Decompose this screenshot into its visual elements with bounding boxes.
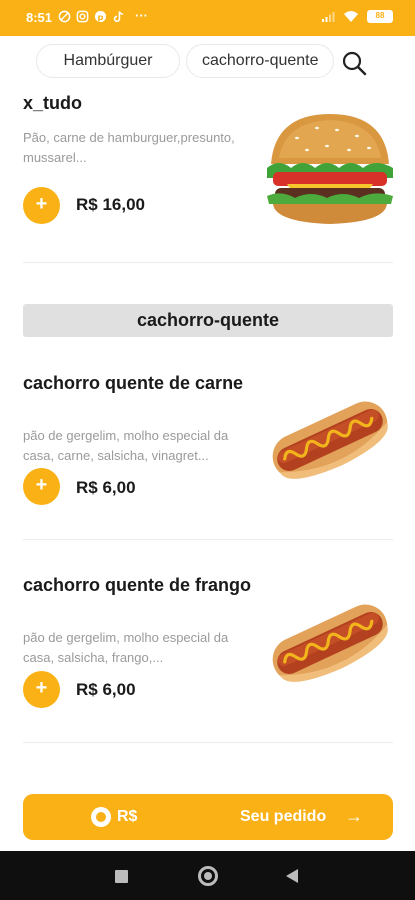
wifi-icon [344, 11, 358, 22]
burger-image [267, 114, 393, 224]
product-price: R$ 6,00 [76, 680, 136, 699]
battery-icon: 88 [367, 10, 393, 23]
product-price: R$ 16,00 [76, 195, 145, 214]
search-icon[interactable] [340, 49, 368, 77]
hotdog-image [272, 401, 388, 479]
section-title: cachorro-quente [23, 304, 393, 337]
product-name: x_tudo [23, 93, 83, 113]
product-description: pão de gergelim, molho especial da casa,… [23, 630, 229, 665]
category-tabs: Hambúrguer cachorro-quente [0, 36, 415, 94]
add-button[interactable]: + [23, 187, 60, 224]
pinterest-icon: p [94, 10, 107, 23]
system-icons: 88 [321, 10, 393, 23]
divider [23, 262, 393, 263]
order-label: Seu pedido [240, 808, 327, 825]
recents-icon[interactable] [115, 870, 128, 883]
hotdog-image [272, 604, 388, 682]
notification-icons: p ··· [58, 8, 148, 23]
product-item[interactable]: cachorro quente de carne pão de gergelim… [0, 366, 415, 516]
product-price: R$ 6,00 [76, 478, 136, 497]
no-disturb-icon [58, 10, 71, 23]
svg-text:p: p [98, 12, 104, 22]
product-name: cachorro quente de frango [23, 575, 252, 595]
tiktok-icon [113, 11, 124, 23]
product-item[interactable]: cachorro quente de frango pão de gergeli… [0, 569, 415, 719]
signal-icon [322, 11, 335, 22]
product-description: pão de gergelim, molho especial da casa,… [23, 428, 229, 463]
add-button[interactable]: + [23, 671, 60, 708]
instagram-icon [76, 10, 89, 23]
product-item[interactable]: x_tudo Pão, carne de hamburguer,presunto… [0, 93, 415, 264]
more-notifications: ··· [135, 8, 148, 23]
back-icon[interactable] [286, 869, 298, 883]
arrow-right-icon: → [345, 806, 363, 826]
add-button[interactable]: + [23, 468, 60, 505]
status-bar: 8:51 p ··· 88 [0, 0, 415, 36]
navigation-bar [0, 851, 415, 900]
coin-icon [91, 807, 111, 827]
divider [23, 742, 393, 743]
order-button[interactable]: R$ Seu pedido → [23, 794, 393, 840]
order-total: R$ [117, 808, 138, 825]
tab-hamburguer[interactable]: Hambúrguer [36, 44, 180, 78]
divider [23, 539, 393, 540]
status-time: 8:51 [26, 10, 53, 25]
product-name: cachorro quente de carne [23, 373, 244, 393]
tab-cachorro-quente[interactable]: cachorro-quente [186, 44, 334, 78]
home-icon[interactable] [198, 866, 218, 886]
product-description: Pão, carne de hamburguer,presunto, mussa… [23, 130, 235, 165]
